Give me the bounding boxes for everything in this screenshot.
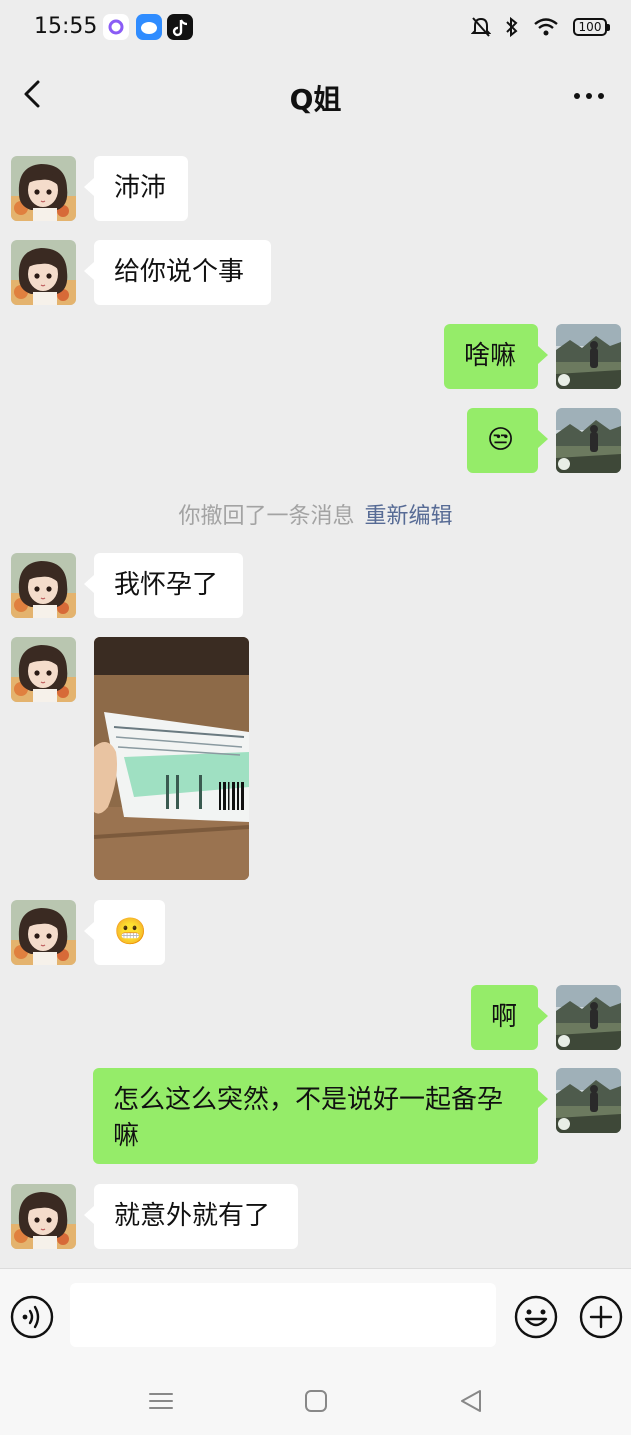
battery-level: 100 (578, 20, 602, 34)
status-time: 15:55 (34, 14, 98, 39)
more-dots-icon[interactable] (567, 76, 611, 116)
avatar-self[interactable] (556, 324, 621, 389)
message-bubble-incoming[interactable]: 给你说个事 (84, 240, 271, 305)
recall-text: 你撤回了一条消息 (178, 504, 355, 529)
avatar-contact[interactable] (11, 637, 76, 702)
back-triangle-icon[interactable] (456, 1386, 486, 1416)
home-square-icon[interactable] (301, 1386, 331, 1416)
avatar-contact[interactable] (11, 900, 76, 965)
emoji-unamused: 😒 (487, 425, 515, 455)
system-nav-bar (0, 1366, 631, 1435)
menu-icon[interactable] (146, 1386, 176, 1416)
wifi-icon (534, 18, 558, 36)
message-bubble-incoming[interactable]: 我怀孕了 (84, 553, 243, 618)
mute-bell-icon (471, 17, 491, 37)
voice-icon[interactable] (10, 1295, 54, 1339)
emoji-grimacing: 😬 (114, 917, 147, 947)
message-bubble-incoming[interactable]: 😬 (84, 900, 165, 965)
message-text: 我怀孕了 (114, 570, 219, 600)
avatar-contact[interactable] (11, 1184, 76, 1249)
message-bubble-incoming[interactable]: 沛沛 (84, 156, 188, 221)
recall-notice: 你撤回了一条消息 重新编辑 (0, 498, 631, 530)
input-bar (0, 1268, 631, 1367)
bluetooth-icon (506, 16, 518, 38)
message-bubble-incoming[interactable]: 就意外就有了 (84, 1184, 298, 1249)
avatar-self[interactable] (556, 1068, 621, 1133)
message-text-line-2: 嘛 (113, 1121, 140, 1151)
message-text: 啊 (491, 1002, 518, 1032)
app-icon-purple (103, 14, 129, 40)
message-bubble-outgoing[interactable]: 😒 (467, 408, 548, 473)
avatar-contact[interactable] (11, 240, 76, 305)
message-text-line-1: 怎么这么突然，不是说好一起备孕 (113, 1085, 504, 1115)
message-bubble-outgoing[interactable]: 啥嘛 (444, 324, 548, 389)
status-bar: 15:55 100 (0, 0, 631, 56)
re-edit-link[interactable]: 重新编辑 (365, 504, 453, 529)
message-bubble-outgoing[interactable]: 怎么这么突然，不是说好一起备孕 嘛 (93, 1068, 548, 1164)
avatar-contact[interactable] (11, 553, 76, 618)
tiktok-icon (167, 14, 193, 40)
app-icon-blue (136, 14, 162, 40)
emoji-face-icon[interactable] (514, 1295, 558, 1339)
message-text: 啥嘛 (464, 341, 517, 371)
message-bubble-outgoing[interactable]: 啊 (471, 985, 548, 1050)
chat-title: Q姐 (289, 83, 342, 116)
status-right-icons: 100 (471, 12, 610, 42)
avatar-self[interactable] (556, 408, 621, 473)
image-message-pregnancy-test[interactable] (94, 637, 249, 880)
message-text: 给你说个事 (114, 257, 245, 287)
message-text: 就意外就有了 (114, 1201, 271, 1231)
chat-header: Q姐 (0, 56, 631, 136)
message-input[interactable] (70, 1283, 496, 1347)
battery-icon: 100 (573, 18, 610, 36)
avatar-contact[interactable] (11, 156, 76, 221)
avatar-self[interactable] (556, 985, 621, 1050)
plus-icon[interactable] (579, 1295, 623, 1339)
message-text: 沛沛 (114, 173, 167, 203)
